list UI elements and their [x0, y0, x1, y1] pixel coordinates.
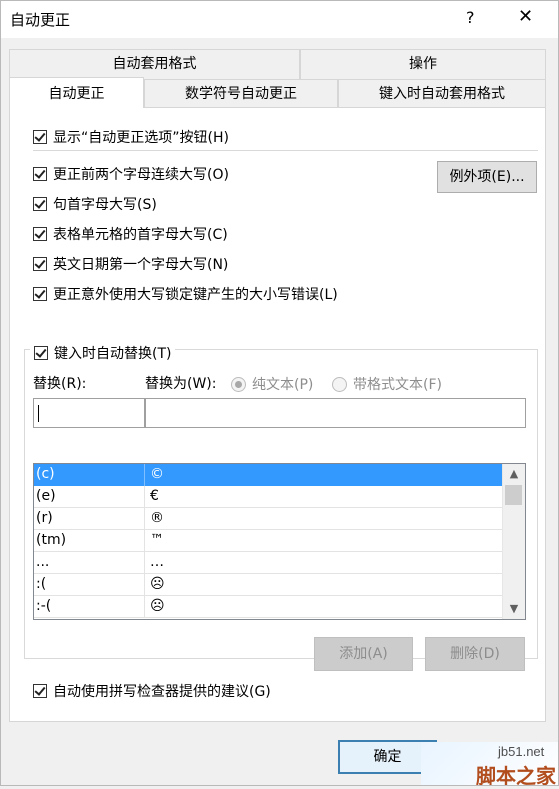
- entry-replace: (c): [36, 466, 55, 482]
- formatted-text-label: 带格式文本(F): [353, 377, 442, 393]
- scroll-thumb[interactable]: [505, 485, 522, 505]
- list-item[interactable]: (c) ©: [34, 464, 502, 486]
- replace-with-input[interactable]: [145, 398, 526, 428]
- checkbox-checked-icon: [33, 257, 47, 271]
- scroll-up-icon[interactable]: ▲: [503, 464, 525, 484]
- checkbox-checked-icon: [33, 684, 47, 698]
- checkbox-checked-icon: [34, 346, 48, 360]
- add-button[interactable]: 添加(A): [314, 637, 413, 671]
- column-divider: [144, 486, 145, 508]
- formatted-text-radio[interactable]: 带格式文本(F): [332, 374, 442, 394]
- capitalize-table-cell-checkbox[interactable]: 表格单元格的首字母大写(C): [33, 224, 228, 244]
- entry-with: ®: [150, 510, 164, 526]
- entry-with: …: [150, 554, 164, 570]
- capitalize-days-checkbox[interactable]: 英文日期第一个字母大写(N): [33, 254, 228, 274]
- list-item[interactable]: ... …: [34, 552, 502, 574]
- radio-selected-icon: [231, 376, 246, 392]
- tab-autoformat-as-you-type[interactable]: 键入时自动套用格式: [338, 79, 546, 109]
- delete-button[interactable]: 删除(D): [425, 637, 525, 671]
- checkbox-checked-icon: [33, 130, 47, 144]
- column-divider: [144, 508, 145, 530]
- list-item[interactable]: (r) ®: [34, 508, 502, 530]
- scroll-down-icon[interactable]: ▼: [503, 599, 525, 619]
- checkbox-checked-icon: [33, 287, 47, 301]
- replace-as-you-type-checkbox[interactable]: 键入时自动替换(T): [30, 343, 176, 363]
- spell-suggest-label: 自动使用拼写检查器提供的建议(G): [53, 684, 271, 700]
- tab-math-autocorrect[interactable]: 数学符号自动更正: [144, 79, 338, 109]
- entry-with: ©: [150, 466, 164, 482]
- two-initial-caps-label: 更正前两个字母连续大写(O): [53, 167, 229, 183]
- caps-lock-fix-label: 更正意外使用大写锁定键产生的大小写错误(L): [53, 287, 338, 303]
- window-title: 自动更正: [10, 11, 71, 29]
- list-item[interactable]: :( ☹: [34, 574, 502, 596]
- title-bar: 自动更正 ? ✕: [0, 0, 559, 38]
- watermark-site: jb51.net: [498, 744, 545, 759]
- list-item[interactable]: (tm) ™: [34, 530, 502, 552]
- entry-replace: (r): [36, 510, 53, 526]
- capitalize-table-cell-label: 表格单元格的首字母大写(C): [53, 227, 228, 243]
- vertical-scrollbar[interactable]: ▲ ▼: [502, 464, 525, 619]
- list-item[interactable]: (e) €: [34, 486, 502, 508]
- autocorrect-entries-list[interactable]: (c) © (e) € (r) ® (tm) ™ ... … :( ☹ :-( …: [33, 463, 526, 620]
- entry-with: ☹: [150, 598, 165, 614]
- entry-replace: (e): [36, 488, 56, 504]
- caps-lock-fix-checkbox[interactable]: 更正意外使用大写锁定键产生的大小写错误(L): [33, 284, 338, 304]
- tab-autoformat[interactable]: 自动套用格式: [9, 49, 300, 79]
- capitalize-sentence-checkbox[interactable]: 句首字母大写(S): [33, 194, 157, 214]
- watermark-brand: 脚本之家: [476, 764, 556, 788]
- replace-input[interactable]: [33, 398, 145, 428]
- show-buttons-checkbox[interactable]: 显示“自动更正选项”按钮(H): [33, 127, 229, 147]
- checkbox-checked-icon: [33, 167, 47, 181]
- help-icon[interactable]: ?: [466, 8, 475, 27]
- plain-text-label: 纯文本(P): [252, 377, 314, 393]
- exceptions-button[interactable]: 例外项(E)...: [437, 161, 537, 193]
- text-caret: [38, 405, 39, 422]
- entry-replace: :-(: [36, 598, 52, 614]
- spell-suggest-checkbox[interactable]: 自动使用拼写检查器提供的建议(G): [33, 681, 271, 701]
- entry-replace: :(: [36, 576, 47, 592]
- column-divider: [144, 464, 145, 486]
- entry-replace: (tm): [36, 532, 67, 548]
- column-divider: [144, 574, 145, 596]
- tab-autocorrect[interactable]: 自动更正: [9, 77, 144, 108]
- plain-text-radio[interactable]: 纯文本(P): [231, 374, 313, 394]
- capitalize-sentence-label: 句首字母大写(S): [53, 197, 157, 213]
- replace-as-you-type-label: 键入时自动替换(T): [54, 346, 172, 362]
- close-icon[interactable]: ✕: [518, 6, 533, 27]
- entry-with: €: [150, 488, 159, 504]
- replace-with-label: 替换为(W):: [145, 376, 217, 392]
- column-divider: [144, 596, 145, 618]
- replace-label: 替换(R):: [33, 376, 87, 392]
- checkbox-checked-icon: [33, 197, 47, 211]
- entry-with: ™: [150, 532, 164, 548]
- radio-empty-icon: [332, 376, 347, 392]
- divider: [33, 150, 538, 151]
- column-divider: [144, 552, 145, 574]
- entry-replace: ...: [36, 554, 50, 570]
- tab-actions[interactable]: 操作: [300, 49, 546, 79]
- checkbox-checked-icon: [33, 227, 47, 241]
- show-buttons-label: 显示“自动更正选项”按钮(H): [53, 130, 229, 146]
- column-divider: [144, 530, 145, 552]
- entry-with: ☹: [150, 576, 165, 592]
- capitalize-days-label: 英文日期第一个字母大写(N): [53, 257, 229, 273]
- list-item[interactable]: :-( ☹: [34, 596, 502, 618]
- two-initial-caps-checkbox[interactable]: 更正前两个字母连续大写(O): [33, 164, 229, 184]
